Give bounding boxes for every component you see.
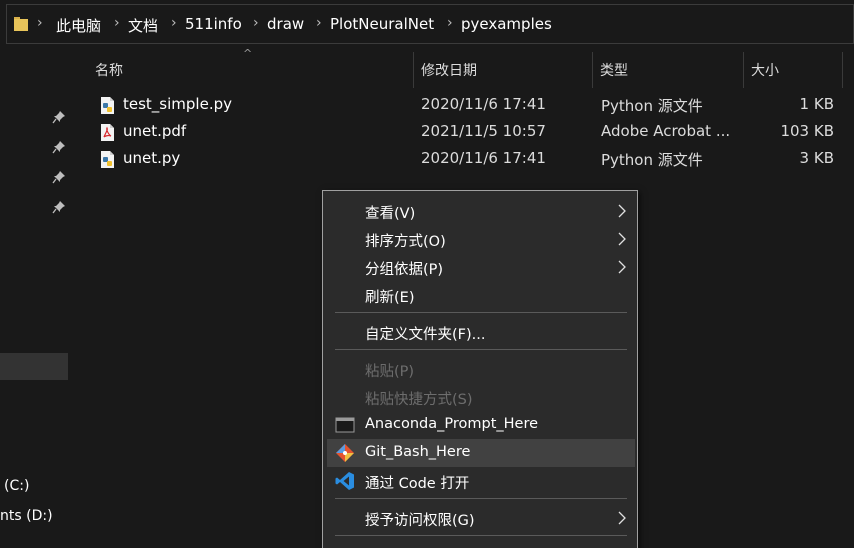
- nav-drive-d[interactable]: nts (D:): [0, 508, 53, 524]
- pdf-file-icon: [101, 124, 114, 141]
- menu-item-label: 分组依据(P): [365, 262, 444, 278]
- pin-icon[interactable]: [52, 200, 66, 214]
- column-divider[interactable]: [592, 52, 593, 88]
- column-header-name[interactable]: 名称: [95, 60, 123, 80]
- file-name[interactable]: unet.py: [123, 149, 180, 167]
- file-size: 3 KB: [799, 149, 834, 167]
- menu-item-label: 自定义文件夹(F)...: [365, 327, 486, 343]
- file-row[interactable]: unet.py 2020/11/6 17:41 Python 源文件 3 KB: [96, 147, 836, 171]
- menu-item-label: 刷新(E): [365, 290, 415, 306]
- file-type: Python 源文件: [601, 97, 703, 115]
- menu-item-label: Anaconda_Prompt_Here: [365, 416, 539, 432]
- chevron-right-icon[interactable]: ›: [316, 15, 322, 31]
- menu-item-group[interactable]: 分组依据(P): [327, 253, 635, 281]
- file-row[interactable]: unet.pdf 2021/11/5 10:57 Adobe Acrobat .…: [96, 120, 836, 144]
- breadcrumb-documents[interactable]: 文档: [128, 15, 158, 36]
- menu-item-label: 排序方式(O): [365, 234, 446, 250]
- chevron-right-icon[interactable]: ›: [114, 15, 120, 31]
- file-explorer-window: › 此电脑 › 文档 › 511info › draw › PlotNeural…: [0, 0, 854, 548]
- file-modified: 2020/11/6 17:41: [421, 95, 546, 113]
- chevron-right-icon: [618, 260, 626, 274]
- column-header-modified[interactable]: 修改日期: [421, 60, 477, 80]
- file-modified: 2021/11/5 10:57: [421, 122, 546, 140]
- menu-item-git-bash[interactable]: Git_Bash_Here: [327, 439, 635, 467]
- menu-item-give-access[interactable]: 授予访问权限(G): [327, 504, 635, 532]
- chevron-right-icon[interactable]: ›: [171, 15, 177, 31]
- menu-item-customize-folder[interactable]: 自定义文件夹(F)...: [327, 318, 635, 346]
- menu-item-open-with-code[interactable]: 通过 Code 打开: [327, 467, 635, 495]
- menu-item-label: 粘贴(P): [365, 364, 415, 380]
- column-divider[interactable]: [743, 52, 744, 88]
- menu-item-label: Git_Bash_Here: [365, 444, 471, 460]
- column-divider[interactable]: [413, 52, 414, 88]
- python-file-icon: [101, 97, 114, 114]
- pin-icon[interactable]: [52, 140, 66, 154]
- menu-item-label: 粘贴快捷方式(S): [365, 392, 473, 408]
- menu-separator: [335, 535, 627, 536]
- menu-separator: [335, 312, 627, 313]
- menu-item-refresh[interactable]: 刷新(E): [327, 281, 635, 309]
- chevron-right-icon: [618, 511, 626, 525]
- file-size: 103 KB: [780, 122, 834, 140]
- nav-selected-item[interactable]: [0, 353, 68, 380]
- breadcrumb-pyexamples[interactable]: pyexamples: [461, 15, 552, 33]
- file-row[interactable]: test_simple.py 2020/11/6 17:41 Python 源文…: [96, 93, 836, 117]
- chevron-right-icon[interactable]: ›: [253, 15, 259, 31]
- python-file-icon: [101, 151, 114, 168]
- file-modified: 2020/11/6 17:41: [421, 149, 546, 167]
- menu-item-paste-shortcut[interactable]: 粘贴快捷方式(S): [327, 383, 635, 411]
- pin-icon[interactable]: [52, 110, 66, 124]
- breadcrumb-draw[interactable]: draw: [267, 15, 304, 33]
- menu-item-view[interactable]: 查看(V): [327, 197, 635, 225]
- terminal-icon: [335, 417, 355, 433]
- folder-icon: [14, 17, 28, 31]
- breadcrumb-plotneuralnet[interactable]: PlotNeuralNet: [330, 15, 434, 33]
- file-name[interactable]: test_simple.py: [123, 95, 232, 113]
- file-type: Adobe Acrobat ...: [601, 122, 731, 140]
- menu-separator: [335, 349, 627, 350]
- column-header-size[interactable]: 大小: [751, 60, 779, 80]
- pin-icon[interactable]: [52, 170, 66, 184]
- chevron-right-icon[interactable]: ›: [447, 15, 453, 31]
- column-divider[interactable]: [842, 52, 843, 88]
- menu-item-paste[interactable]: 粘贴(P): [327, 355, 635, 383]
- menu-item-anaconda-prompt[interactable]: Anaconda_Prompt_Here: [327, 411, 635, 439]
- nav-drive-c[interactable]: (C:): [4, 478, 29, 494]
- menu-item-sort[interactable]: 排序方式(O): [327, 225, 635, 253]
- vscode-icon: [335, 472, 354, 490]
- file-size: 1 KB: [799, 95, 834, 113]
- breadcrumb-511info[interactable]: 511info: [185, 15, 242, 33]
- context-menu: 查看(V) 排序方式(O) 分组依据(P) 刷新(E) 自定义文件夹(F)...…: [322, 190, 638, 548]
- file-type: Python 源文件: [601, 151, 703, 169]
- menu-item-label: 查看(V): [365, 206, 416, 222]
- menu-item-new[interactable]: [327, 541, 635, 548]
- sort-ascending-icon: ^: [243, 47, 253, 60]
- git-icon: [336, 444, 354, 462]
- menu-item-label: 通过 Code 打开: [365, 476, 470, 492]
- address-bar[interactable]: › 此电脑 › 文档 › 511info › draw › PlotNeural…: [6, 4, 854, 44]
- navigation-pane: (C:) nts (D:): [0, 44, 70, 548]
- chevron-right-icon: [618, 204, 626, 218]
- file-name[interactable]: unet.pdf: [123, 122, 186, 140]
- chevron-right-icon: [618, 232, 626, 246]
- breadcrumb-this-pc[interactable]: 此电脑: [56, 15, 101, 36]
- column-header-type[interactable]: 类型: [600, 60, 628, 80]
- chevron-right-icon[interactable]: ›: [37, 15, 43, 31]
- menu-item-label: 授予访问权限(G): [365, 513, 475, 529]
- menu-separator: [335, 498, 627, 499]
